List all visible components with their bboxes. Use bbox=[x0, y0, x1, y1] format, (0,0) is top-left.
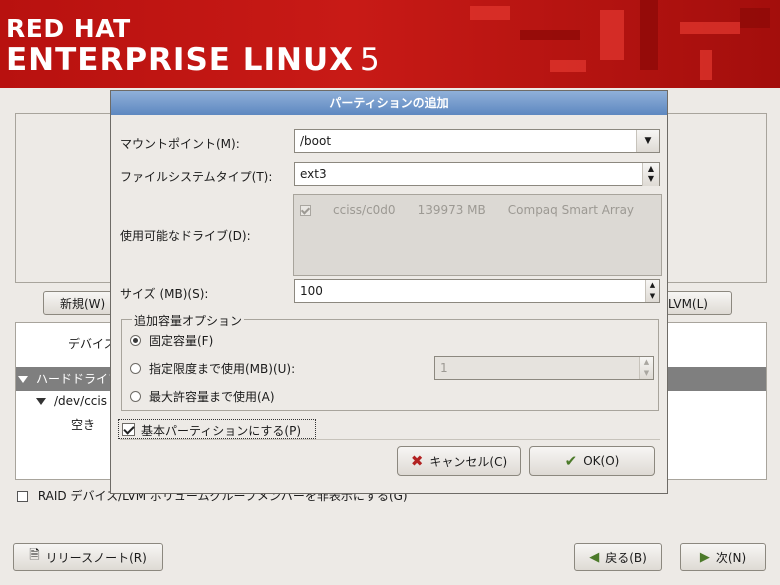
tree-row-label: ハードドライブ bbox=[36, 372, 121, 386]
hide-raid-lvm-checkbox[interactable] bbox=[17, 491, 28, 502]
primary-partition-label: 基本パーティションにする(P) bbox=[141, 424, 302, 438]
dialog-separator bbox=[120, 439, 660, 440]
chevron-down-icon[interactable]: ▼ bbox=[636, 130, 659, 152]
fs-type-select[interactable]: ext3 ▲ ▼ bbox=[294, 162, 660, 186]
brand-version: 5 bbox=[360, 42, 381, 78]
size-spinbutton[interactable]: 100 ▲ ▼ bbox=[294, 279, 660, 303]
tree-row-label: /dev/ccis bbox=[54, 394, 107, 408]
next-button[interactable]: ▶ 次(N) bbox=[680, 543, 766, 571]
fs-type-value: ext3 bbox=[300, 167, 327, 181]
primary-partition-checkbox[interactable] bbox=[122, 423, 135, 436]
release-notes-label: リリースノート(R) bbox=[45, 550, 147, 565]
mount-point-combo[interactable]: /boot ▼ bbox=[294, 129, 660, 153]
brand-line1: RED HAT bbox=[6, 14, 131, 43]
ok-label: OK(O) bbox=[583, 454, 620, 468]
drives-list: cciss/c0d0 139973 MB Compaq Smart Array bbox=[293, 194, 662, 276]
size-options-frame: 追加容量オプション 固定容量(F) 指定限度まで使用(MB)(U): 1 ▲ ▼ … bbox=[121, 312, 659, 411]
fs-type-label: ファイルシステムタイプ(T): bbox=[120, 170, 273, 184]
next-arrow-icon: ▶ bbox=[699, 549, 710, 565]
drive-size: 139973 MB bbox=[417, 203, 486, 217]
document-icon: 🗎 bbox=[29, 548, 40, 563]
fixed-size-label[interactable]: 固定容量(F) bbox=[149, 332, 213, 349]
tree-header-device: デバイス bbox=[68, 337, 116, 351]
fill-max-label[interactable]: 最大許容量まで使用(A) bbox=[149, 388, 275, 405]
fill-limit-label[interactable]: 指定限度まで使用(MB)(U): bbox=[149, 360, 295, 377]
cancel-x-icon: ✖ bbox=[410, 452, 424, 470]
back-arrow-icon: ◀ bbox=[589, 549, 600, 565]
drive-model: Compaq Smart Array bbox=[507, 203, 635, 217]
fill-limit-spinbutton: 1 ▲ ▼ bbox=[434, 356, 654, 380]
fill-limit-radio[interactable] bbox=[130, 363, 141, 374]
cancel-button[interactable]: ✖ キャンセル(C) bbox=[397, 446, 521, 476]
drive-row: cciss/c0d0 139973 MB Compaq Smart Array bbox=[300, 203, 656, 217]
fill-limit-value: 1 bbox=[440, 361, 448, 375]
brand-line2: ENTERPRISE LINUX 5 bbox=[6, 42, 381, 78]
fill-max-radio[interactable] bbox=[130, 391, 141, 402]
release-notes-button[interactable]: 🗎 リリースノート(R) bbox=[13, 543, 163, 571]
drive-name: cciss/c0d0 bbox=[333, 203, 396, 217]
drive-checkbox bbox=[300, 205, 311, 216]
spin-arrows-icon: ▲ ▼ bbox=[639, 357, 653, 379]
primary-partition-option[interactable]: 基本パーティションにする(P) bbox=[118, 419, 316, 439]
next-label: 次(N) bbox=[715, 550, 747, 565]
back-button[interactable]: ◀ 戻る(B) bbox=[574, 543, 662, 571]
size-options-legend: 追加容量オプション bbox=[132, 312, 245, 329]
mount-point-value: /boot bbox=[300, 134, 332, 148]
size-label: サイズ (MB)(S): bbox=[120, 287, 209, 301]
expand-icon[interactable] bbox=[36, 398, 46, 405]
back-label: 戻る(B) bbox=[605, 550, 647, 565]
drives-label: 使用可能なドライブ(D): bbox=[120, 229, 251, 243]
updown-icon[interactable]: ▲ ▼ bbox=[642, 163, 659, 186]
ok-check-icon: ✔ bbox=[564, 452, 578, 470]
fixed-size-radio[interactable] bbox=[130, 335, 141, 346]
size-value: 100 bbox=[300, 284, 323, 298]
cancel-label: キャンセル(C) bbox=[429, 454, 508, 469]
tree-row-label: 空き bbox=[71, 418, 96, 432]
header-banner: RED HAT ENTERPRISE LINUX 5 bbox=[0, 0, 780, 88]
expand-icon[interactable] bbox=[18, 376, 28, 383]
mount-point-label: マウントポイント(M): bbox=[120, 137, 240, 151]
add-partition-dialog: パーティションの追加 マウントポイント(M): /boot ▼ ファイルシステム… bbox=[110, 90, 668, 494]
spin-arrows-icon[interactable]: ▲ ▼ bbox=[645, 280, 659, 302]
brand-name: ENTERPRISE LINUX bbox=[6, 42, 355, 78]
dialog-title: パーティションの追加 bbox=[111, 91, 667, 115]
ok-button[interactable]: ✔ OK(O) bbox=[529, 446, 655, 476]
